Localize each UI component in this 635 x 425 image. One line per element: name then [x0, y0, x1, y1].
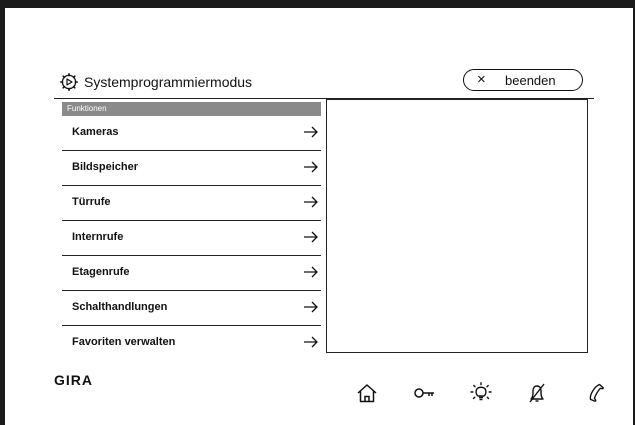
content-pane [326, 99, 588, 353]
menu-item-internal-calls[interactable]: Internrufe [62, 221, 321, 256]
arrow-right-icon [304, 266, 318, 278]
close-icon: × [477, 71, 486, 88]
panel-header: Systemprogrammiermodus × beenden [54, 64, 594, 99]
arrow-right-icon [304, 196, 318, 208]
menu-item-label: Bildspeicher [72, 161, 139, 173]
menu-item-switching-actions[interactable]: Schalthandlungen [62, 291, 321, 326]
device-frame-top [0, 0, 635, 8]
function-menu: Kameras Bildspeicher Türrufe Internrufe … [62, 116, 321, 360]
end-button-label: beenden [505, 73, 556, 88]
arrow-right-icon [304, 301, 318, 313]
system-programming-panel: Systemprogrammiermodus × beenden Funktio… [54, 64, 594, 364]
light-icon[interactable] [470, 382, 492, 404]
key-icon[interactable] [413, 382, 435, 404]
arrow-right-icon [304, 161, 318, 173]
bell-muted-icon[interactable] [526, 382, 548, 404]
menu-item-floor-calls[interactable]: Etagenrufe [62, 256, 321, 291]
home-icon[interactable] [356, 382, 378, 404]
arrow-right-icon [304, 231, 318, 243]
gear-icon [60, 73, 78, 91]
menu-item-label: Etagenrufe [72, 266, 130, 278]
menu-item-label: Schalthandlungen [72, 301, 168, 313]
menu-item-label: Favoriten verwalten [72, 336, 176, 348]
phone-icon[interactable] [584, 382, 606, 404]
menu-item-cameras[interactable]: Kameras [62, 116, 321, 151]
menu-item-image-memory[interactable]: Bildspeicher [62, 151, 321, 186]
end-button[interactable]: × beenden [463, 69, 583, 91]
menu-item-door-calls[interactable]: Türrufe [62, 186, 321, 221]
section-label-functions: Funktionen [62, 102, 321, 116]
page-title: Systemprogrammiermodus [84, 74, 253, 90]
arrow-right-icon [304, 126, 318, 138]
menu-item-manage-favorites[interactable]: Favoriten verwalten [62, 326, 321, 360]
device-frame-left [0, 0, 5, 425]
brand-logo: GIRA [54, 372, 93, 388]
arrow-right-icon [304, 336, 318, 348]
menu-item-label: Internrufe [72, 231, 124, 243]
menu-item-label: Kameras [72, 126, 119, 138]
menu-item-label: Türrufe [72, 196, 111, 208]
